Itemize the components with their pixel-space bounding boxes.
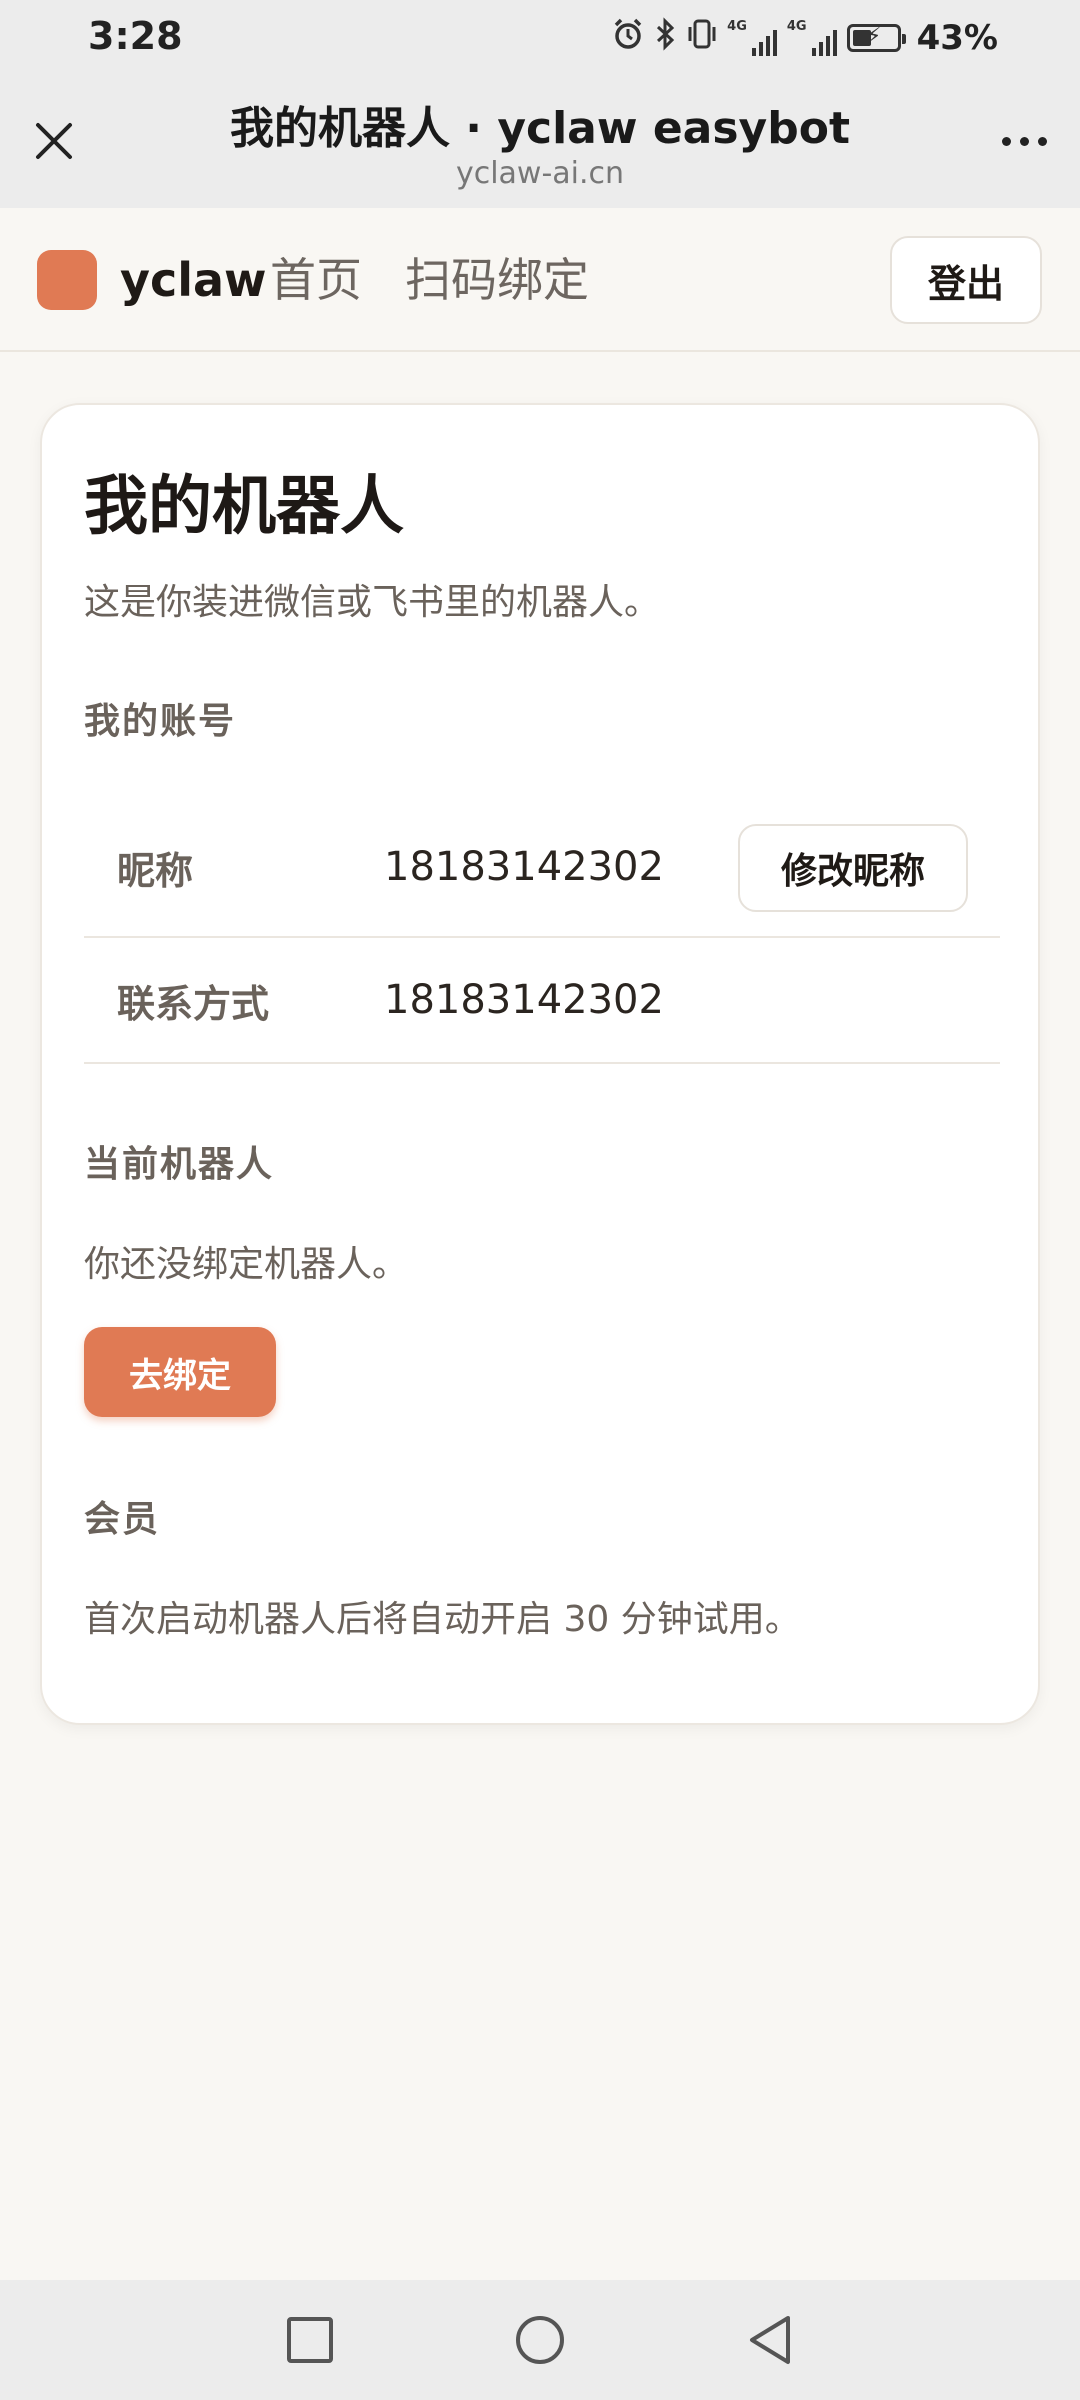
page-domain: yclaw-ai.cn: [455, 156, 625, 191]
vibrate-icon: [687, 17, 717, 59]
status-bar: 3:28 4G 4G ⚡ 43%: [0, 0, 1080, 78]
brand-name[interactable]: yclaw: [120, 250, 267, 310]
alarm-icon: [611, 17, 645, 59]
home-icon[interactable]: [510, 2310, 570, 2370]
nav-scan-bind[interactable]: 扫码绑定: [405, 250, 589, 310]
robot-status-text: 你还没绑定机器人。: [84, 1244, 409, 1285]
battery-icon: ⚡: [846, 24, 906, 52]
nickname-label: 昵称: [117, 848, 194, 893]
card-description: 这是你装进微信或飞书里的机器人。: [84, 582, 661, 623]
more-icon[interactable]: [994, 116, 1054, 166]
system-nav-bar: [0, 2280, 1080, 2400]
bind-robot-button[interactable]: 去绑定: [84, 1327, 276, 1417]
account-table: 昵称 18183142302 修改昵称 联系方式 18183142302: [84, 798, 1000, 1064]
membership-section-title: 会员: [84, 1499, 161, 1540]
robot-card: 我的机器人 这是你装进微信或飞书里的机器人。 我的账号 昵称 181831423…: [40, 403, 1040, 1725]
signal-icon: 4G: [787, 20, 837, 56]
bluetooth-icon: [655, 17, 677, 59]
robot-section-title: 当前机器人: [84, 1144, 275, 1185]
card-title: 我的机器人: [84, 470, 404, 544]
account-row-nickname: 昵称 18183142302 修改昵称: [84, 798, 1000, 938]
edit-nickname-button[interactable]: 修改昵称: [738, 824, 968, 912]
charging-bolt-icon: ⚡: [865, 24, 882, 49]
nickname-value: 18183142302: [384, 844, 664, 890]
logo: [37, 250, 97, 310]
site-header: yclaw 首页 扫码绑定 登出: [0, 208, 1080, 352]
nav-home[interactable]: 首页: [270, 250, 362, 310]
signal-icon: 4G: [727, 20, 777, 56]
browser-title-bar: 我的机器人 · yclaw easybot yclaw-ai.cn: [0, 78, 1080, 208]
status-icons: 4G 4G ⚡ 43%: [611, 12, 998, 64]
account-row-contact: 联系方式 18183142302: [84, 938, 1000, 1064]
status-time: 3:28: [88, 14, 183, 58]
recent-apps-icon[interactable]: [280, 2310, 340, 2370]
page-title: 我的机器人 · yclaw easybot: [229, 103, 851, 154]
battery-percent: 43%: [916, 18, 998, 58]
logout-button[interactable]: 登出: [890, 236, 1042, 324]
membership-text: 首次启动机器人后将自动开启 30 分钟试用。: [84, 1599, 801, 1640]
contact-value: 18183142302: [384, 977, 664, 1023]
contact-label: 联系方式: [117, 981, 270, 1026]
back-icon[interactable]: [740, 2310, 800, 2370]
account-section-title: 我的账号: [84, 701, 237, 742]
